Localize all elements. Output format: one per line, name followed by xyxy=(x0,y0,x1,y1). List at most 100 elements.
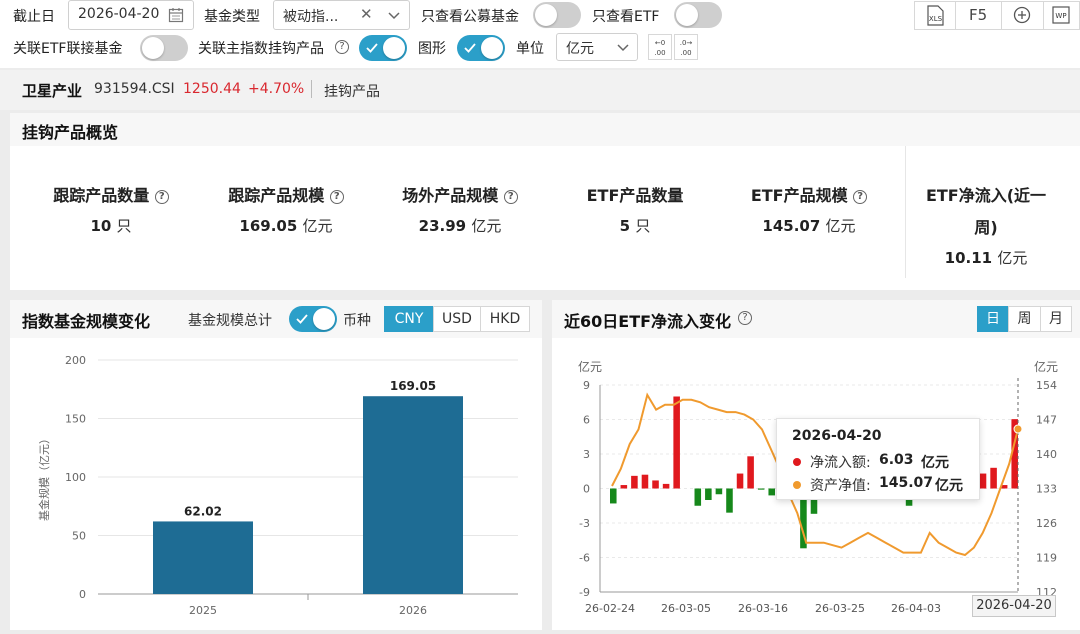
x-tick-label: 26-02-24 xyxy=(585,602,635,615)
flow-bar xyxy=(641,474,649,489)
stat-etf-count: ETF产品数量 5 只 xyxy=(570,182,700,236)
add-button[interactable] xyxy=(1002,1,1044,30)
tooltip-nav-value: 145.07 xyxy=(879,475,934,491)
x-tick-label: 26-04-03 xyxy=(891,602,941,615)
excel-icon: XLS xyxy=(927,5,944,26)
stat-value: 5 xyxy=(619,217,631,235)
x-tick-label: 2026 xyxy=(399,604,427,617)
x-tick-label: 2025 xyxy=(189,604,217,617)
flow-bar xyxy=(757,488,765,490)
y-tick-label: 0 xyxy=(79,588,86,601)
y-tick-label-left: 6 xyxy=(583,414,590,427)
period-month[interactable]: 月 xyxy=(1040,306,1072,332)
chevron-down-icon xyxy=(617,44,629,52)
help-icon[interactable]: ? xyxy=(329,189,344,204)
currency-hkd[interactable]: HKD xyxy=(480,306,530,332)
total-scale-toggle[interactable] xyxy=(289,306,337,332)
currency-usd[interactable]: USD xyxy=(433,306,481,332)
wps-icon: WP xyxy=(1052,6,1070,24)
stat-tracking-count: 跟踪产品数量 ? 10 只 xyxy=(46,182,176,236)
flow-legend-dot xyxy=(793,458,801,466)
stat-unit: 亿元 xyxy=(825,217,856,235)
nav-legend-dot xyxy=(793,481,801,489)
increase-decimal-button[interactable]: .0→ .00 xyxy=(674,34,698,60)
stat-unit: 只 xyxy=(116,217,132,235)
y-tick-label-right: 126 xyxy=(1036,517,1057,530)
help-icon[interactable]: ? xyxy=(503,189,518,204)
flow-bar xyxy=(747,456,754,489)
linked-etf-toggle[interactable] xyxy=(140,35,188,61)
currency-cny[interactable]: CNY xyxy=(384,306,434,332)
unit-value: 亿元 xyxy=(566,41,594,57)
stat-value: 10.11 xyxy=(944,249,993,267)
stat-label: 场外产品规模 xyxy=(402,186,499,205)
bar xyxy=(363,396,463,594)
check-icon xyxy=(366,43,378,53)
help-icon[interactable]: ? xyxy=(853,189,868,204)
tooltip-flow-label: 净流入额: xyxy=(810,455,871,471)
bar-value-label: 62.02 xyxy=(184,504,222,518)
stat-value: 23.99 xyxy=(418,217,467,235)
chart-tooltip: 2026-04-20 净流入额: 6.03 亿元 资产净值: 145.07 亿元 xyxy=(776,418,980,500)
y-tick-label: 100 xyxy=(65,471,86,484)
stat-otc-scale: 场外产品规模 ? 23.99 亿元 xyxy=(395,182,525,236)
export-wps-button[interactable]: WP xyxy=(1044,1,1080,30)
index-name: 卫星产业 xyxy=(22,82,83,100)
help-icon[interactable]: ? xyxy=(335,40,349,54)
fund-type-select[interactable]: 被动指... ✕ xyxy=(273,0,410,30)
y-unit-left: 亿元 xyxy=(578,359,602,374)
x-tick-label: 26-03-25 xyxy=(815,602,865,615)
flow-bar xyxy=(768,488,776,496)
y-tick-label-left: -3 xyxy=(579,517,590,530)
y-tick-label-left: -6 xyxy=(579,552,590,565)
stat-unit: 亿元 xyxy=(302,217,333,235)
date-label: 截止日 xyxy=(13,9,55,25)
only-etf-label: 只查看ETF xyxy=(592,9,660,25)
fund-type-label: 基金类型 xyxy=(204,9,260,25)
svg-text:←0: ←0 xyxy=(655,39,665,47)
stat-value: 145.07 xyxy=(762,217,821,235)
date-picker[interactable]: 2026-04-20 xyxy=(68,0,194,30)
index-price: 1250.44 xyxy=(183,81,241,97)
y-tick-label: 50 xyxy=(72,530,86,543)
svg-text:WP: WP xyxy=(1055,12,1066,20)
stat-value: 169.05 xyxy=(239,217,298,235)
help-icon[interactable]: ? xyxy=(154,189,169,204)
divider xyxy=(311,80,312,98)
graph-toggle[interactable] xyxy=(457,35,505,61)
stat-label: ETF净流入(近一 xyxy=(925,186,1047,205)
flow-chart-card: 亿元 亿元 -9 112 -6 119 -3 126 0 133 3 140 6 147 9 154 26-02… xyxy=(552,338,1080,630)
divider xyxy=(905,146,906,278)
linked-etf-label: 关联ETF联接基金 xyxy=(13,41,123,57)
decrease-decimal-button[interactable]: ←0 .00 xyxy=(648,34,672,60)
svg-text:.00: .00 xyxy=(654,49,665,57)
stat-value: 10 xyxy=(90,217,112,235)
index-change: +4.70% xyxy=(248,81,305,97)
only-public-label: 只查看公募基金 xyxy=(421,9,519,25)
refresh-f5-button[interactable]: F5 xyxy=(956,1,1002,30)
y-tick-label-left: -9 xyxy=(579,586,590,599)
tooltip-nav-label: 资产净值: xyxy=(810,478,871,494)
only-etf-toggle[interactable] xyxy=(674,2,722,28)
unit-select[interactable]: 亿元 xyxy=(556,33,638,61)
tooltip-flow-unit: 亿元 xyxy=(921,455,949,471)
linked-main-toggle[interactable] xyxy=(359,35,407,61)
period-day[interactable]: 日 xyxy=(977,306,1009,332)
overview-header: 挂钩产品概览 xyxy=(10,113,1080,146)
date-value: 2026-04-20 xyxy=(78,6,160,22)
flow-bar xyxy=(694,488,702,506)
y-tick-label-right: 119 xyxy=(1036,552,1057,565)
help-icon[interactable]: ? xyxy=(738,311,752,325)
period-week[interactable]: 周 xyxy=(1008,306,1041,332)
y-tick-label-right: 133 xyxy=(1036,483,1057,496)
clear-icon[interactable]: ✕ xyxy=(360,5,373,23)
y-tick-label-right: 147 xyxy=(1036,414,1057,427)
linked-products-tab[interactable]: 挂钩产品 xyxy=(324,81,380,101)
only-public-toggle[interactable] xyxy=(533,2,581,28)
flow-bar xyxy=(610,488,617,504)
crosshair-date-label: 2026-04-20 xyxy=(972,595,1056,617)
flow-bar xyxy=(979,473,987,489)
chevron-down-icon xyxy=(388,12,400,20)
export-excel-button[interactable]: XLS xyxy=(914,1,956,30)
stat-etf-inflow-week: ETF净流入(近一 周) 10.11 亿元 xyxy=(916,182,1056,268)
